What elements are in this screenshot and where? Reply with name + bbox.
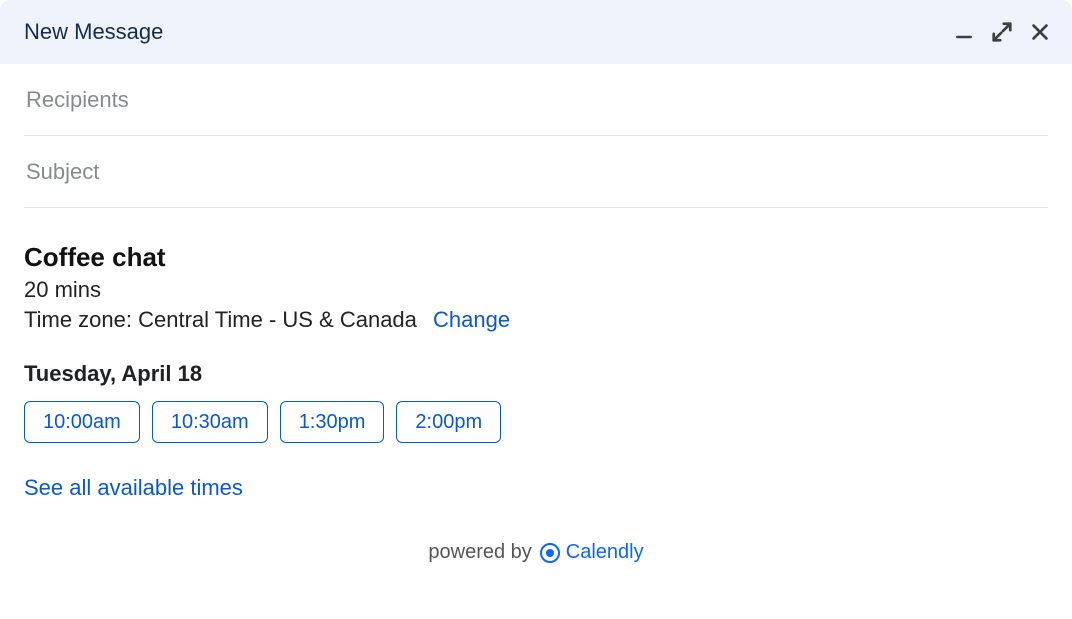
message-body[interactable]: Coffee chat 20 mins Time zone: Central T… [0, 208, 1072, 564]
calendly-logo-icon [540, 543, 560, 563]
recipients-input[interactable] [24, 86, 1048, 114]
minimize-icon [954, 22, 974, 42]
see-all-times-link[interactable]: See all available times [24, 475, 243, 501]
date-heading: Tuesday, April 18 [24, 361, 1048, 387]
timezone-prefix: Time zone: [24, 307, 138, 332]
brand-name: Calendly [566, 541, 644, 564]
compose-window: New Message [0, 0, 1072, 619]
recipients-row [24, 64, 1048, 136]
expand-icon [991, 21, 1013, 43]
titlebar-actions [952, 20, 1052, 44]
powered-by-footer: powered by Calendly [24, 541, 1048, 564]
time-slot[interactable]: 10:00am [24, 401, 140, 443]
change-timezone-link[interactable]: Change [433, 307, 510, 332]
header-fields [0, 64, 1072, 208]
event-duration: 20 mins [24, 277, 1048, 303]
time-slots: 10:00am 10:30am 1:30pm 2:00pm [24, 401, 1048, 443]
close-button[interactable] [1028, 20, 1052, 44]
event-title: Coffee chat [24, 242, 1048, 273]
minimize-button[interactable] [952, 20, 976, 44]
expand-button[interactable] [990, 20, 1014, 44]
close-icon [1029, 21, 1051, 43]
subject-row [24, 136, 1048, 208]
powered-by-prefix: powered by [428, 541, 531, 564]
timezone-line: Time zone: Central Time - US & Canada Ch… [24, 307, 1048, 333]
titlebar: New Message [0, 0, 1072, 64]
brand-link[interactable]: Calendly [540, 541, 644, 564]
window-title: New Message [24, 19, 163, 45]
subject-input[interactable] [24, 158, 1048, 186]
time-slot[interactable]: 1:30pm [280, 401, 385, 443]
timezone-value: Central Time - US & Canada [138, 307, 417, 332]
time-slot[interactable]: 10:30am [152, 401, 268, 443]
time-slot[interactable]: 2:00pm [396, 401, 501, 443]
